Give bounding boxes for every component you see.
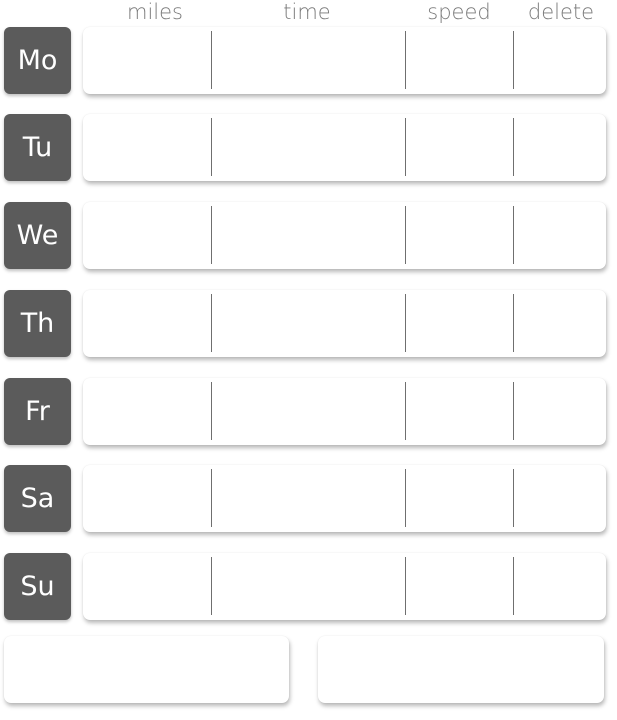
entry-card-sa bbox=[83, 465, 606, 532]
day-button-we[interactable]: We bbox=[4, 202, 71, 269]
column-divider bbox=[513, 31, 514, 89]
speed-cell bbox=[406, 294, 513, 350]
miles-cell[interactable] bbox=[83, 31, 211, 87]
day-button-sa[interactable]: Sa bbox=[4, 465, 71, 532]
column-divider bbox=[211, 294, 212, 352]
miles-cell[interactable] bbox=[83, 294, 211, 350]
miles-cell[interactable] bbox=[83, 557, 211, 613]
day-button-fr[interactable]: Fr bbox=[4, 378, 71, 445]
column-divider bbox=[211, 557, 212, 615]
column-divider bbox=[513, 206, 514, 264]
column-divider bbox=[211, 118, 212, 176]
speed-cell bbox=[406, 118, 513, 174]
column-divider bbox=[211, 469, 212, 527]
day-button-th[interactable]: Th bbox=[4, 290, 71, 357]
speed-cell bbox=[406, 382, 513, 438]
time-cell[interactable] bbox=[212, 382, 405, 438]
day-row-tu: Tu bbox=[0, 114, 617, 182]
day-row-su: Su bbox=[0, 553, 617, 621]
delete-cell[interactable] bbox=[514, 469, 606, 525]
column-divider bbox=[513, 469, 514, 527]
time-cell[interactable] bbox=[212, 206, 405, 262]
day-button-mo[interactable]: Mo bbox=[4, 27, 71, 94]
speed-cell bbox=[406, 31, 513, 87]
delete-cell[interactable] bbox=[514, 382, 606, 438]
day-row-sa: Sa bbox=[0, 465, 617, 533]
day-row-mo: Mo bbox=[0, 27, 617, 95]
miles-cell[interactable] bbox=[83, 118, 211, 174]
column-header-speed: speed bbox=[427, 0, 491, 24]
miles-cell[interactable] bbox=[83, 382, 211, 438]
time-cell[interactable] bbox=[212, 469, 405, 525]
column-divider bbox=[405, 206, 406, 264]
day-button-su[interactable]: Su bbox=[4, 553, 71, 620]
column-divider bbox=[211, 31, 212, 89]
column-divider bbox=[405, 294, 406, 352]
entry-card-th bbox=[83, 290, 606, 357]
entry-card-mo bbox=[83, 27, 606, 94]
entry-card-we bbox=[83, 202, 606, 269]
entry-card-tu bbox=[83, 114, 606, 181]
delete-cell[interactable] bbox=[514, 557, 606, 613]
column-header-delete: delete bbox=[527, 0, 595, 24]
delete-cell[interactable] bbox=[514, 206, 606, 262]
column-divider bbox=[405, 382, 406, 440]
delete-cell[interactable] bbox=[514, 294, 606, 350]
column-divider bbox=[211, 382, 212, 440]
day-button-tu[interactable]: Tu bbox=[4, 114, 71, 181]
column-divider bbox=[405, 469, 406, 527]
column-divider bbox=[513, 294, 514, 352]
delete-cell[interactable] bbox=[514, 118, 606, 174]
miles-cell[interactable] bbox=[83, 206, 211, 262]
column-divider bbox=[513, 382, 514, 440]
column-header-miles: miles bbox=[127, 0, 183, 24]
column-divider bbox=[405, 557, 406, 615]
footer-panel-right[interactable] bbox=[318, 636, 604, 703]
footer-panel-left[interactable] bbox=[4, 636, 289, 703]
time-cell[interactable] bbox=[212, 557, 405, 613]
column-header-time: time bbox=[283, 0, 331, 24]
speed-cell bbox=[406, 206, 513, 262]
day-row-th: Th bbox=[0, 290, 617, 358]
day-row-we: We bbox=[0, 202, 617, 270]
column-divider bbox=[513, 118, 514, 176]
miles-cell[interactable] bbox=[83, 469, 211, 525]
entry-card-su bbox=[83, 553, 606, 620]
delete-cell[interactable] bbox=[514, 31, 606, 87]
time-cell[interactable] bbox=[212, 118, 405, 174]
column-divider bbox=[405, 118, 406, 176]
time-cell[interactable] bbox=[212, 294, 405, 350]
entry-card-fr bbox=[83, 378, 606, 445]
speed-cell bbox=[406, 557, 513, 613]
time-cell[interactable] bbox=[212, 31, 405, 87]
speed-cell bbox=[406, 469, 513, 525]
column-divider bbox=[513, 557, 514, 615]
column-divider bbox=[405, 31, 406, 89]
column-divider bbox=[211, 206, 212, 264]
day-row-fr: Fr bbox=[0, 378, 617, 446]
